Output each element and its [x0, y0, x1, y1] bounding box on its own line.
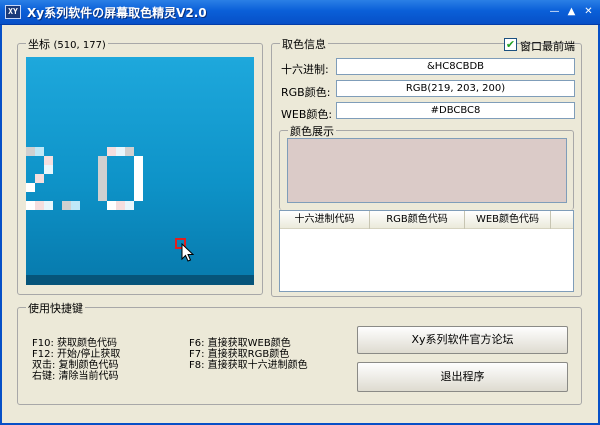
window-title: Xy系列软件の屏幕取色精灵V2.0 [27, 6, 207, 20]
color-display-legend: 颜色展示 [288, 123, 336, 139]
maximize-icon[interactable]: ▲ [563, 4, 580, 20]
close-icon[interactable]: ✕ [580, 4, 597, 20]
hex-value-field[interactable]: &HC8CBDB [336, 58, 575, 75]
magnified-pixel [26, 147, 35, 156]
magnified-pixel [134, 165, 143, 174]
shortcut-f8: F8: 直接获取十六进制颜色 [189, 360, 308, 371]
magnified-pixel [26, 183, 35, 192]
mouse-cursor-icon [181, 243, 195, 262]
magnified-pixel [44, 156, 53, 165]
magnified-pixel [35, 174, 44, 183]
forum-button[interactable]: Xy系列软件官方论坛 [357, 326, 568, 354]
magnified-pixel [107, 147, 116, 156]
magnified-pixel [134, 156, 143, 165]
magnified-pixel [44, 201, 53, 210]
coordinates-value: (510, 177) [53, 40, 106, 51]
always-on-top-label: 窗口最前端 [520, 40, 575, 53]
color-swatch [287, 138, 567, 203]
rgb-label: RGB颜色: [281, 86, 331, 99]
history-list-header: 十六进制代码 RGB颜色代码 WEB颜色代码 [280, 211, 573, 229]
magnified-pixel [98, 174, 107, 183]
shortcuts-legend: 使用快捷键 [26, 300, 85, 316]
magnified-pixel [35, 147, 44, 156]
magnified-pixel [134, 183, 143, 192]
magnified-pixel [107, 201, 116, 210]
hex-label: 十六进制: [281, 63, 329, 76]
column-header-hex[interactable]: 十六进制代码 [280, 211, 370, 229]
magnified-pixel [98, 156, 107, 165]
coordinates-label: 坐标 [28, 38, 50, 51]
shortcut-right-click: 右键: 清除当前代码 [32, 371, 119, 382]
web-label: WEB颜色: [281, 108, 333, 121]
magnified-pixel [134, 174, 143, 183]
magnified-pixel [98, 192, 107, 201]
magnified-pixel [26, 201, 35, 210]
rgb-value-field[interactable]: RGB(219, 203, 200) [336, 80, 575, 97]
preview-taskbar-strip [26, 275, 254, 285]
magnified-pixel [98, 183, 107, 192]
magnified-pixel [116, 147, 125, 156]
history-list[interactable]: 十六进制代码 RGB颜色代码 WEB颜色代码 [279, 210, 574, 292]
column-header-rgb[interactable]: RGB颜色代码 [370, 211, 465, 229]
magnified-pixel [116, 201, 125, 210]
magnified-pixel [62, 201, 71, 210]
magnified-pixel [44, 165, 53, 174]
magnified-pixel [125, 147, 134, 156]
color-info-legend: 取色信息 [280, 36, 328, 52]
app-icon: XY [5, 5, 21, 19]
magnified-pixel [125, 201, 134, 210]
title-bar[interactable]: XY Xy系列软件の屏幕取色精灵V2.0 — ▲ ✕ [0, 0, 600, 25]
minimize-icon[interactable]: — [546, 4, 563, 20]
coordinates-legend: 坐标 (510, 177) [26, 36, 108, 52]
magnified-pixel [35, 201, 44, 210]
exit-button[interactable]: 退出程序 [357, 362, 568, 392]
column-header-web[interactable]: WEB颜色代码 [465, 211, 551, 229]
magnifier-preview [26, 57, 254, 285]
magnified-pixel [98, 165, 107, 174]
magnified-pixel [71, 201, 80, 210]
always-on-top-checkbox[interactable]: ✔ [504, 38, 517, 51]
magnified-pixel [134, 192, 143, 201]
web-value-field[interactable]: #DBCBC8 [336, 102, 575, 119]
